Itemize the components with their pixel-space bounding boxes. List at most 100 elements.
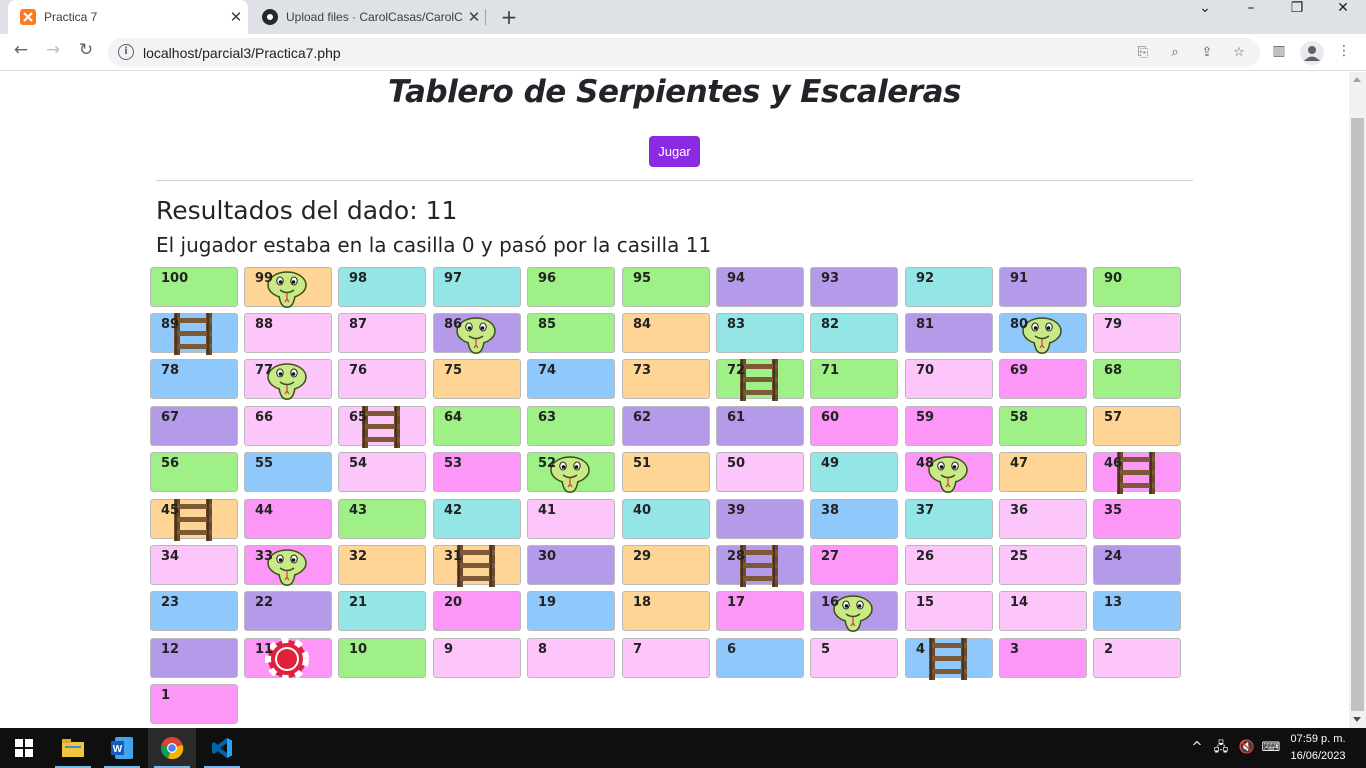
board-cell-1: 1 xyxy=(150,684,238,724)
tab-practica-7[interactable]: Practica 7 ✕ xyxy=(8,0,248,34)
board-cell-58: 58 xyxy=(999,406,1087,446)
board-cell-40: 40 xyxy=(622,499,710,539)
new-tab-button[interactable]: + xyxy=(497,5,521,29)
board-cell-8: 8 xyxy=(527,638,615,678)
cell-number: 51 xyxy=(633,456,652,471)
cell-number: 62 xyxy=(633,410,652,425)
board-cell-54: 54 xyxy=(338,452,426,492)
page-viewport: Tablero de Serpientes y Escaleras Jugar … xyxy=(0,72,1349,728)
cell-number: 29 xyxy=(633,549,652,564)
word-icon[interactable]: W xyxy=(98,728,146,768)
scroll-down-icon[interactable] xyxy=(1353,717,1361,722)
bookmark-star-icon[interactable]: ☆ xyxy=(1230,44,1248,62)
vscode-icon[interactable] xyxy=(198,728,246,768)
board-cell-83: 83 xyxy=(716,313,804,353)
clock-time: 07:59 p. m. xyxy=(1290,733,1346,745)
system-clock[interactable]: 07:59 p. m. 16/06/2023 xyxy=(1284,731,1352,765)
dice-result: Resultados del dado: 11 xyxy=(156,196,458,225)
share-icon[interactable]: ⇪ xyxy=(1198,44,1216,62)
cell-number: 11 xyxy=(255,642,274,657)
site-info-icon[interactable]: i xyxy=(118,44,134,60)
board-cell-81: 81 xyxy=(905,313,993,353)
page-scrollbar[interactable] xyxy=(1349,72,1366,728)
menu-kebab-icon[interactable]: ⋮ xyxy=(1334,43,1354,63)
cell-number: 18 xyxy=(633,595,652,610)
cell-number: 83 xyxy=(727,317,746,332)
cell-number: 28 xyxy=(727,549,746,564)
translate-icon[interactable]: ⎘ xyxy=(1134,44,1152,62)
back-icon[interactable]: ← xyxy=(9,40,33,64)
cell-number: 16 xyxy=(821,595,840,610)
browser-tab-strip: Practica 7 ✕ Upload files · CarolCasas/C… xyxy=(0,0,1366,34)
cell-number: 92 xyxy=(916,271,935,286)
cell-number: 81 xyxy=(916,317,935,332)
board-cell-25: 25 xyxy=(999,545,1087,585)
board-cell-7: 7 xyxy=(622,638,710,678)
cell-number: 60 xyxy=(821,410,840,425)
cell-number: 56 xyxy=(161,456,180,471)
scroll-thumb[interactable] xyxy=(1351,118,1364,711)
cell-number: 77 xyxy=(255,363,274,378)
tab-upload-files[interactable]: Upload files · CarolCasas/CarolCa ✕ xyxy=(250,0,486,34)
board-cell-17: 17 xyxy=(716,591,804,631)
close-tab-icon[interactable]: ✕ xyxy=(224,8,248,26)
network-icon[interactable]: 🖧 xyxy=(1210,728,1232,768)
cell-number: 76 xyxy=(349,363,368,378)
cell-number: 19 xyxy=(538,595,557,610)
cell-number: 37 xyxy=(916,503,935,518)
scroll-up-icon[interactable] xyxy=(1353,77,1361,82)
cell-number: 36 xyxy=(1010,503,1029,518)
browser-toolbar: ← → ↻ i localhost/parcial3/Practica7.php… xyxy=(0,34,1366,71)
cell-number: 80 xyxy=(1010,317,1029,332)
keyboard-icon[interactable]: ⌨ xyxy=(1260,728,1282,768)
close-tab-icon[interactable]: ✕ xyxy=(462,8,486,26)
notifications-icon[interactable] xyxy=(1352,728,1366,768)
chrome-icon[interactable] xyxy=(148,728,196,768)
clock-date: 16/06/2023 xyxy=(1290,750,1346,762)
player-status: El jugador estaba en la casilla 0 y pasó… xyxy=(156,233,712,257)
play-button[interactable]: Jugar xyxy=(649,136,700,167)
cell-number: 23 xyxy=(161,595,180,610)
zoom-icon[interactable]: ⌕ xyxy=(1166,44,1184,62)
file-explorer-icon[interactable] xyxy=(49,728,97,768)
cell-number: 73 xyxy=(633,363,652,378)
board-cell-91: 91 xyxy=(999,267,1087,307)
restore-button[interactable]: ❐ xyxy=(1274,0,1320,34)
address-bar[interactable]: i localhost/parcial3/Practica7.php ⎘ ⌕ ⇪… xyxy=(108,38,1260,67)
cell-number: 63 xyxy=(538,410,557,425)
board-cell-18: 18 xyxy=(622,591,710,631)
close-window-button[interactable]: ✕ xyxy=(1320,0,1366,34)
board-cell-60: 60 xyxy=(810,406,898,446)
show-hidden-icons-icon[interactable]: ^ xyxy=(1188,728,1206,768)
board-cell-78: 78 xyxy=(150,359,238,399)
cell-number: 94 xyxy=(727,271,746,286)
board-cell-42: 42 xyxy=(433,499,521,539)
profile-avatar-icon[interactable] xyxy=(1300,41,1324,65)
board-cell-16: 16 xyxy=(810,591,898,632)
board-cell-34: 34 xyxy=(150,545,238,585)
url-text: localhost/parcial3/Practica7.php xyxy=(143,45,341,61)
forward-icon[interactable]: → xyxy=(41,40,65,64)
windows-start-icon[interactable] xyxy=(0,728,48,768)
minimize-button[interactable]: – xyxy=(1228,0,1274,34)
board-cell-75: 75 xyxy=(433,359,521,399)
side-panel-icon[interactable]: ▥ xyxy=(1269,43,1289,63)
board-cell-23: 23 xyxy=(150,591,238,631)
cell-number: 2 xyxy=(1104,642,1114,657)
board-cell-11: 11 xyxy=(244,637,332,681)
board-cell-96: 96 xyxy=(527,267,615,307)
board-cell-53: 53 xyxy=(433,452,521,492)
board-cell-49: 49 xyxy=(810,452,898,492)
cell-number: 13 xyxy=(1104,595,1123,610)
board-cell-55: 55 xyxy=(244,452,332,492)
cell-number: 67 xyxy=(161,410,180,425)
cell-number: 52 xyxy=(538,456,557,471)
board-cell-46: 46 xyxy=(1093,452,1181,494)
cell-number: 96 xyxy=(538,271,557,286)
board-cell-61: 61 xyxy=(716,406,804,446)
ladder-icon xyxy=(926,638,970,680)
volume-muted-icon[interactable]: 🔇 xyxy=(1236,728,1258,768)
board-cell-95: 95 xyxy=(622,267,710,307)
reload-icon[interactable]: ↻ xyxy=(74,40,98,64)
tab-search-icon[interactable]: ⌄ xyxy=(1182,0,1228,34)
